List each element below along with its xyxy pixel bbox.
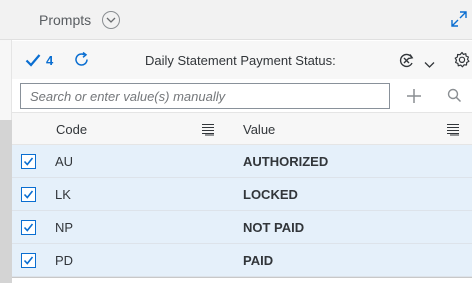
cell-value: LOCKED [243,187,298,202]
cell-code: AU [55,154,74,169]
table-header: Code Value [12,112,472,145]
left-side-strip [0,40,12,283]
table-row[interactable]: NP NOT PAID [12,211,472,244]
checkmark-icon[interactable] [25,53,41,72]
row-checkbox[interactable] [21,253,36,268]
prompt-title: Daily Statement Payment Status: [145,53,336,68]
column-menu-icon[interactable] [446,123,460,141]
prompts-header: Prompts [0,0,472,40]
row-checkbox[interactable] [21,220,36,235]
values-table: AU AUTHORIZED LK LOCKED NP NOT PAID PD P… [12,145,472,277]
panel-title: Prompts [39,12,92,28]
add-icon[interactable] [405,87,423,110]
cell-code: LK [55,187,71,202]
cell-value: AUTHORIZED [243,154,329,169]
refresh-icon[interactable] [73,51,90,73]
row-checkbox[interactable] [21,154,36,169]
column-header-value[interactable]: Value [243,122,275,137]
table-row[interactable]: PD PAID [12,244,472,277]
row-checkbox[interactable] [21,187,36,202]
column-header-code[interactable]: Code [56,122,87,137]
search-input[interactable] [20,83,390,109]
chevron-down-circle-icon[interactable] [102,11,120,29]
table-row[interactable]: AU AUTHORIZED [12,145,472,178]
search-icon[interactable] [447,88,462,108]
selected-count[interactable]: 4 [46,53,53,68]
cell-value: PAID [243,253,274,268]
cell-code: PD [55,253,74,268]
settings-icon[interactable] [453,51,471,74]
column-menu-icon[interactable] [201,123,215,141]
clear-filter-icon[interactable] [398,52,416,74]
table-row[interactable]: LK LOCKED [12,178,472,211]
expand-icon[interactable] [450,10,468,28]
cell-code: NP [55,220,74,235]
cell-value: NOT PAID [243,220,305,235]
values-toolbar: 4 Daily Statement Payment Status: [12,41,472,79]
table-bottom-divider [12,277,472,278]
chevron-down-icon[interactable] [424,56,435,74]
left-strip-band [0,120,12,283]
